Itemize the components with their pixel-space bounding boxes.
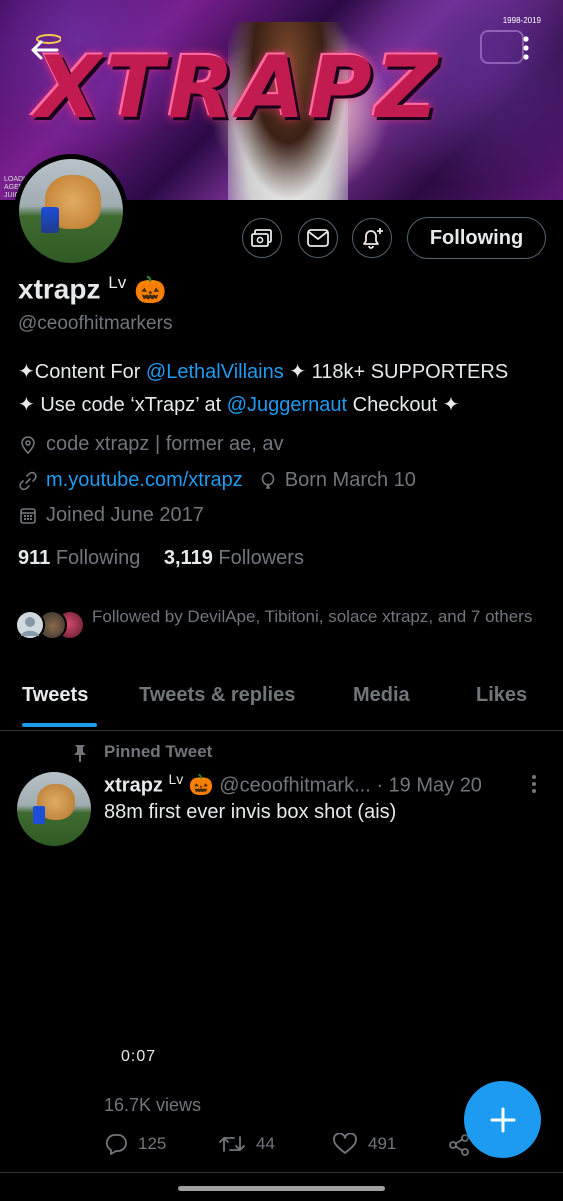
like-count: 491	[368, 1134, 397, 1153]
tweet-author-avatar[interactable]	[17, 772, 91, 846]
tip-jar-button[interactable]	[242, 218, 282, 258]
profile-name: xtrapz Lv 🎃	[18, 273, 166, 305]
tweet-video[interactable]	[104, 838, 544, 1083]
tab-tweets-replies[interactable]: Tweets & replies	[139, 684, 295, 707]
reply-icon	[105, 1134, 127, 1155]
bio-text: ✦Content For	[18, 361, 146, 383]
pumpkin-icon: 🎃	[188, 774, 214, 797]
following-button[interactable]: Following	[407, 217, 546, 259]
follow-counts: 911 Following 3,119 Followers	[18, 547, 304, 570]
birthday-text: Born March 10	[284, 469, 416, 491]
pin-icon	[72, 743, 88, 768]
arrow-left-icon	[31, 34, 61, 60]
active-tab-indicator	[22, 723, 97, 727]
website-link[interactable]: m.youtube.com/xtrapz	[46, 469, 243, 492]
plus-icon	[490, 1107, 515, 1132]
money-icon	[251, 229, 272, 247]
link-icon	[19, 471, 37, 490]
notifications-button[interactable]	[352, 218, 392, 258]
calendar-icon	[20, 507, 36, 524]
tweet-more-button[interactable]	[530, 774, 538, 799]
location-text: code xtrapz | former ae, av	[46, 433, 284, 455]
tweet-text: 88m first ever invis box shot (ais)	[104, 801, 397, 823]
like-button[interactable]: 491	[332, 1133, 396, 1155]
default-user-icon	[21, 617, 39, 636]
profile-handle: @ceoofhitmarkers	[18, 313, 173, 334]
follower-avatar	[15, 610, 45, 640]
retweet-button[interactable]: 44	[218, 1133, 275, 1155]
home-gesture-handle[interactable]	[178, 1186, 385, 1191]
tweet-date: · 19 May 20	[376, 774, 482, 797]
display-name: xtrapz	[18, 273, 101, 305]
pumpkin-icon: 🎃	[134, 274, 167, 305]
mention-link[interactable]: @LethalVillains	[146, 361, 284, 383]
banner-art-text: XTRAPZ	[35, 38, 443, 138]
balloon-icon	[261, 471, 275, 489]
reply-button[interactable]: 125	[104, 1133, 166, 1155]
compose-tweet-button[interactable]	[464, 1081, 541, 1158]
retweet-icon	[219, 1136, 245, 1152]
profile-joined: Joined June 2017	[18, 504, 204, 527]
avatar-image	[19, 159, 123, 263]
pinned-tweet-label: Pinned Tweet	[104, 742, 213, 761]
can-image	[41, 207, 59, 233]
envelope-icon	[307, 229, 329, 247]
reply-count: 125	[138, 1134, 167, 1153]
bell-plus-icon	[363, 228, 383, 249]
tweet-author-handle: @ceoofhitmark...	[219, 774, 371, 797]
name-badge: Lv	[108, 273, 127, 292]
bio-text: Checkout ✦	[347, 394, 460, 416]
retweet-count: 44	[256, 1134, 275, 1153]
bio-text: ✦ Use code ‘xTrapz’ at	[18, 394, 227, 416]
mention-link[interactable]: @Juggernaut	[227, 394, 347, 416]
tab-media[interactable]: Media	[353, 684, 410, 707]
heart-icon	[333, 1133, 357, 1154]
profile-website-row: m.youtube.com/xtrapz Born March 10	[18, 469, 416, 492]
can-image	[33, 806, 45, 824]
followed-by-avatars[interactable]	[15, 610, 91, 642]
profile-avatar[interactable]	[14, 154, 128, 268]
message-button[interactable]	[298, 218, 338, 258]
profile-location: code xtrapz | former ae, av	[18, 433, 284, 456]
tab-tweets[interactable]: Tweets	[22, 684, 88, 707]
author-badge: Lv	[168, 771, 184, 787]
banner-year-text: 1998-2019	[502, 16, 541, 25]
profile-tabs: Tweets Tweets & replies Media Likes	[0, 670, 563, 731]
bio-text: ✦ 118k+ SUPPORTERS	[283, 361, 509, 383]
location-pin-icon	[21, 435, 35, 454]
following-count-link[interactable]: 911 Following	[18, 547, 140, 569]
more-vertical-icon	[532, 775, 536, 793]
joined-text: Joined June 2017	[46, 504, 204, 526]
tweet-header: xtrapz Lv 🎃 @ceoofhitmark... · 19 May 20	[104, 771, 482, 798]
followed-by-text[interactable]: Followed by DevilApe, Tibitoni, solace x…	[92, 604, 552, 629]
followers-count-link[interactable]: 3,119 Followers	[164, 547, 304, 569]
more-options-button[interactable]	[508, 30, 544, 66]
more-vertical-icon	[523, 36, 529, 60]
video-duration: 0:07	[121, 1048, 157, 1065]
back-button[interactable]	[26, 30, 62, 66]
profile-bio: ✦Content For @LethalVillains ✦ 118k+ SUP…	[18, 356, 558, 422]
tweet-author-name[interactable]: xtrapz	[104, 775, 163, 797]
tab-likes[interactable]: Likes	[476, 684, 527, 707]
video-views: 16.7K views	[104, 1095, 202, 1115]
